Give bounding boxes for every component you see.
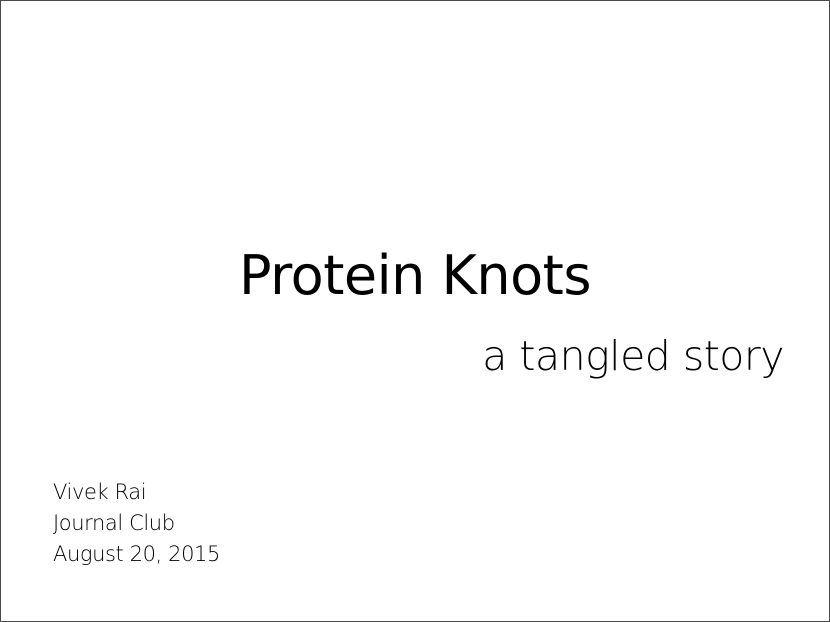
- event-name: Journal Club: [53, 511, 175, 535]
- presentation-slide: Protein Knots a tangled story Vivek Rai …: [0, 0, 830, 622]
- presenter-info: Vivek Rai Journal Club August 20, 2015: [53, 477, 220, 570]
- slide-title: Protein Knots: [239, 244, 591, 307]
- presentation-date: August 20, 2015: [53, 542, 220, 566]
- slide-subtitle: a tangled story: [482, 332, 784, 380]
- author-name: Vivek Rai: [53, 480, 147, 504]
